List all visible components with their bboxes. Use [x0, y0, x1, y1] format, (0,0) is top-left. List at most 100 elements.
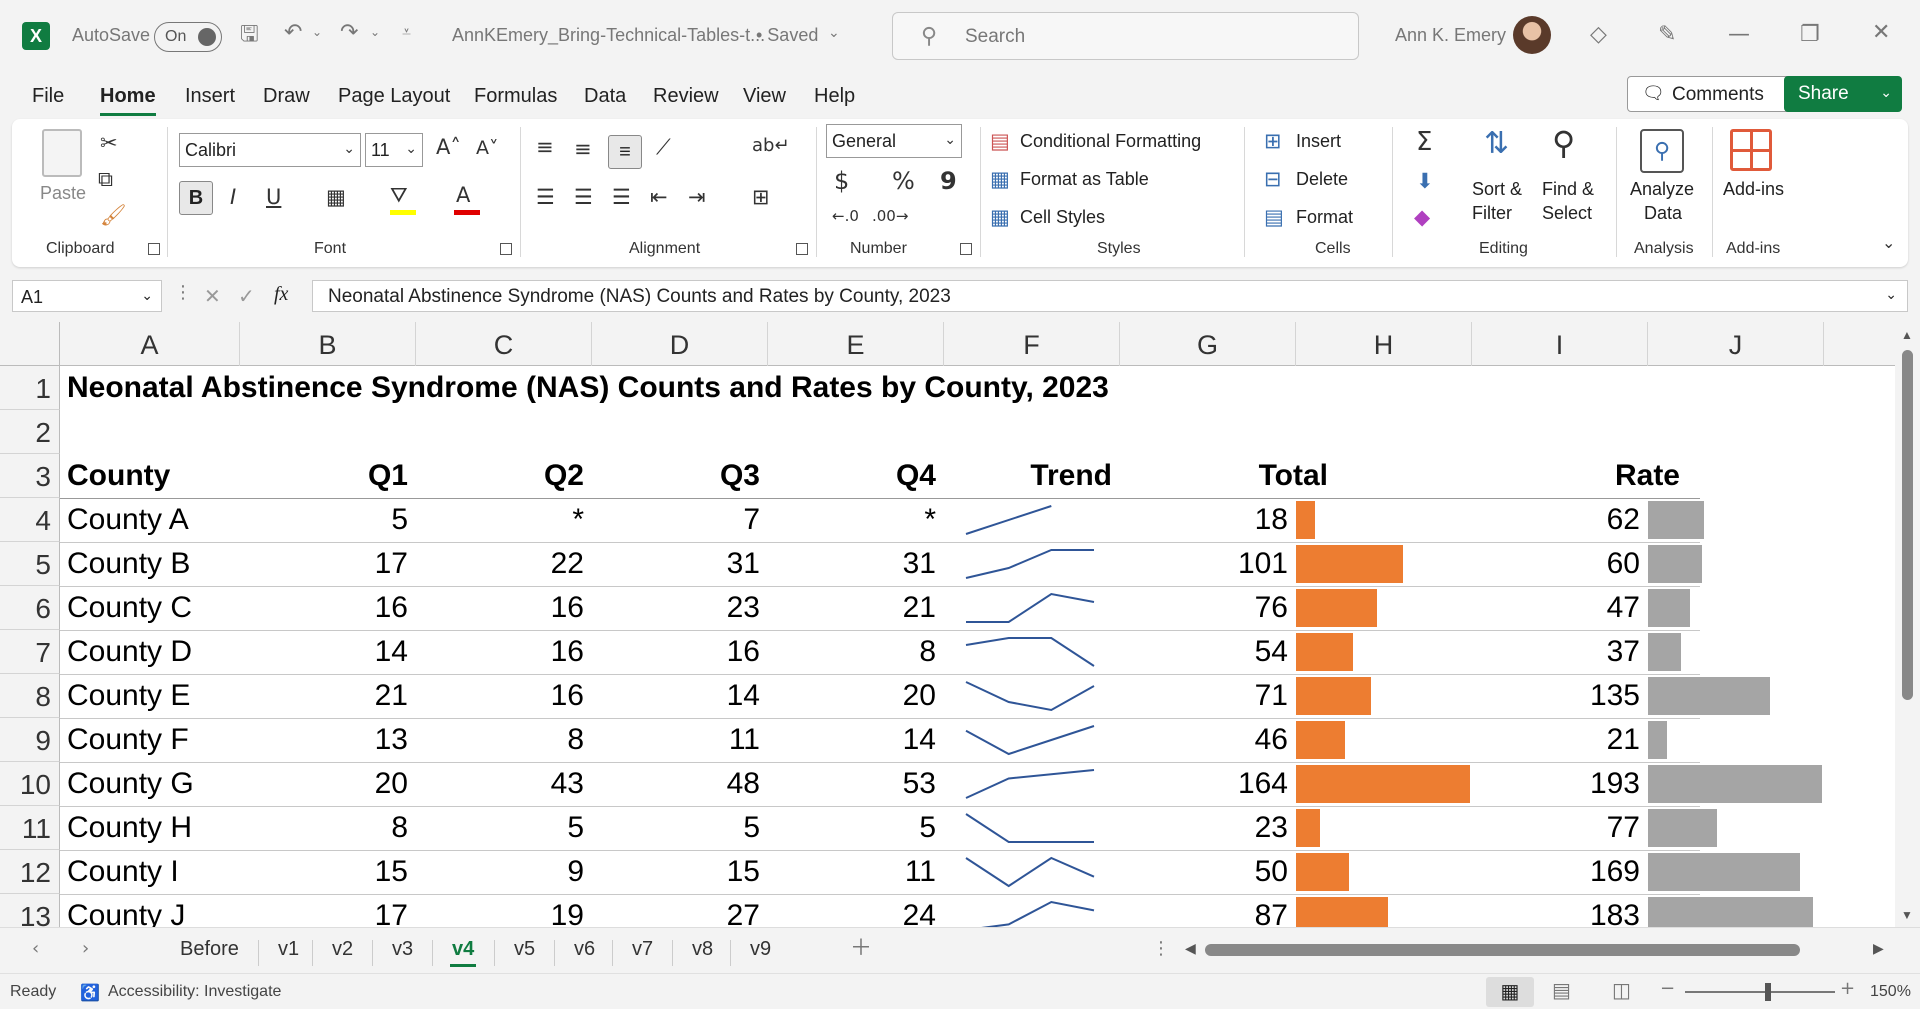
align-center-icon[interactable]: ☰: [574, 187, 593, 208]
font-color-icon[interactable]: A: [456, 185, 470, 206]
add-ins-button[interactable]: Add-ins: [1723, 179, 1784, 200]
scroll-right-icon[interactable]: ▶: [1873, 942, 1884, 956]
delete-cells-button[interactable]: Delete: [1296, 169, 1348, 190]
prev-sheet-icon[interactable]: ‹: [32, 940, 39, 958]
font-size-dropdown[interactable]: 11 ⌄: [365, 133, 423, 167]
sheet-tab-v6[interactable]: v6: [574, 938, 595, 961]
file-name[interactable]: AnnKEmery_Bring-Technical-Tables-t...: [452, 25, 765, 46]
redo-dropdown-icon[interactable]: ⌄: [370, 26, 380, 38]
name-box[interactable]: A1 ⌄: [12, 280, 162, 312]
align-middle-icon[interactable]: ≡: [574, 139, 592, 160]
save-icon[interactable]: 🖫: [240, 24, 259, 46]
more-sheets-icon[interactable]: ⋮: [1152, 940, 1170, 958]
increase-indent-icon[interactable]: ⇥: [688, 187, 706, 208]
zoom-slider[interactable]: [1685, 991, 1835, 993]
minimize-icon[interactable]: —: [1728, 24, 1750, 46]
shrink-font-icon[interactable]: A˅: [476, 139, 499, 158]
insert-function-button[interactable]: fx: [274, 283, 288, 306]
underline-button[interactable]: U: [266, 187, 281, 208]
sheet-tab-v9[interactable]: v9: [750, 938, 771, 961]
format-painter-icon[interactable]: 🖌: [100, 205, 127, 226]
analyze-data-line1[interactable]: Analyze: [1630, 179, 1694, 200]
tab-home[interactable]: Home: [100, 85, 156, 116]
merge-center-icon[interactable]: ⊞: [752, 187, 770, 208]
align-right-icon[interactable]: ☰: [612, 187, 631, 208]
number-format-dropdown[interactable]: General ⌄: [826, 124, 962, 158]
italic-button[interactable]: I: [230, 187, 236, 208]
comma-button[interactable]: 9: [940, 169, 957, 193]
sort-filter-line2[interactable]: Filter: [1472, 203, 1512, 224]
scroll-down-icon[interactable]: ▼: [1901, 908, 1913, 922]
launcher-icon[interactable]: [148, 243, 160, 255]
tab-help[interactable]: Help: [814, 85, 855, 108]
enter-icon[interactable]: ✓: [238, 286, 255, 306]
next-sheet-icon[interactable]: ›: [82, 940, 89, 958]
redo-icon[interactable]: ↷: [340, 22, 358, 44]
restore-icon[interactable]: ❐: [1800, 24, 1820, 46]
scroll-up-icon[interactable]: ▲: [1901, 328, 1913, 342]
accessibility-status[interactable]: Accessibility: Investigate: [108, 983, 281, 1001]
close-icon[interactable]: ✕: [1872, 22, 1890, 44]
decrease-decimal-icon[interactable]: .00→: [872, 209, 908, 224]
sort-filter-line1[interactable]: Sort &: [1472, 179, 1522, 200]
analyze-data-icon[interactable]: ⚲: [1640, 129, 1684, 173]
add-sheet-icon[interactable]: ＋: [850, 938, 872, 960]
zoom-in-icon[interactable]: +: [1840, 980, 1855, 998]
zoom-level[interactable]: 150%: [1870, 983, 1911, 1001]
launcher-icon[interactable]: [796, 243, 808, 255]
delete-cells-icon[interactable]: ⊟: [1264, 169, 1282, 190]
cut-icon[interactable]: ✂: [100, 133, 118, 154]
tab-file[interactable]: File: [32, 85, 64, 108]
sort-filter-icon[interactable]: ⇅: [1484, 129, 1509, 159]
accessibility-icon[interactable]: ♿: [80, 983, 100, 1003]
decrease-indent-icon[interactable]: ⇤: [650, 187, 668, 208]
clear-icon[interactable]: ◆: [1414, 207, 1430, 228]
share-button[interactable]: Share ⌄: [1784, 76, 1902, 112]
normal-view-icon[interactable]: ▦: [1486, 977, 1534, 1007]
tab-data[interactable]: Data: [584, 85, 626, 108]
cell-styles-icon[interactable]: ▦: [990, 207, 1010, 228]
tab-review[interactable]: Review: [653, 85, 719, 108]
sheet-tab-before[interactable]: Before: [180, 938, 239, 961]
increase-decimal-icon[interactable]: ←.0: [832, 209, 859, 224]
pen-icon[interactable]: ✎: [1658, 24, 1676, 46]
avatar[interactable]: [1513, 16, 1551, 54]
sheet-tab-v5[interactable]: v5: [514, 938, 535, 961]
format-cells-icon[interactable]: ▤: [1264, 207, 1284, 228]
zoom-out-icon[interactable]: −: [1660, 980, 1675, 998]
diamond-icon[interactable]: ◇: [1590, 24, 1607, 46]
align-bottom-icon[interactable]: ≡: [608, 135, 642, 169]
analyze-data-line2[interactable]: Data: [1644, 203, 1682, 224]
vertical-scrollbar[interactable]: ▲ ▼: [1895, 322, 1920, 927]
fill-icon[interactable]: ⬇: [1416, 171, 1434, 192]
orientation-icon[interactable]: ⟋: [656, 137, 671, 158]
page-break-view-icon[interactable]: ◫: [1612, 980, 1631, 1000]
comments-button[interactable]: 🗨 Comments: [1627, 76, 1804, 112]
spreadsheet-grid[interactable]: ABCDEFGHIJ 1 2 3 4 5 6 7 8 9 10 11 12 13 Neonatal Abs…: [0, 322, 1920, 927]
percent-button[interactable]: %: [892, 169, 915, 193]
find-select-line1[interactable]: Find &: [1542, 179, 1594, 200]
fill-color-icon[interactable]: ⛛: [390, 185, 408, 206]
zoom-slider-thumb[interactable]: [1765, 983, 1771, 1001]
align-left-icon[interactable]: ☰: [536, 187, 555, 208]
add-ins-icon[interactable]: [1730, 129, 1772, 171]
copy-icon[interactable]: ⧉: [98, 169, 113, 190]
wrap-text-icon[interactable]: ab↵: [752, 137, 790, 155]
formula-input[interactable]: Neonatal Abstinence Syndrome (NAS) Count…: [312, 280, 1908, 312]
insert-cells-button[interactable]: Insert: [1296, 131, 1341, 152]
search-box[interactable]: ⚲ Search: [892, 12, 1359, 60]
magnifier-icon[interactable]: ⚲: [1552, 127, 1575, 159]
format-as-table-button[interactable]: Format as Table: [1020, 169, 1149, 190]
cancel-icon[interactable]: ✕: [204, 286, 221, 306]
horizontal-scroll-thumb[interactable]: [1205, 944, 1800, 956]
bold-button[interactable]: B: [179, 181, 213, 215]
sheet-tab-v2[interactable]: v2: [332, 938, 353, 961]
user-name[interactable]: Ann K. Emery: [1395, 25, 1506, 46]
collapse-ribbon-icon[interactable]: ⌄: [1882, 235, 1895, 251]
insert-cells-icon[interactable]: ⊞: [1264, 131, 1282, 152]
paste-icon[interactable]: [42, 129, 82, 177]
conditional-formatting-icon[interactable]: ▤: [990, 131, 1010, 152]
currency-button[interactable]: $: [834, 169, 849, 193]
launcher-icon[interactable]: [960, 243, 972, 255]
find-select-line2[interactable]: Select: [1542, 203, 1592, 224]
